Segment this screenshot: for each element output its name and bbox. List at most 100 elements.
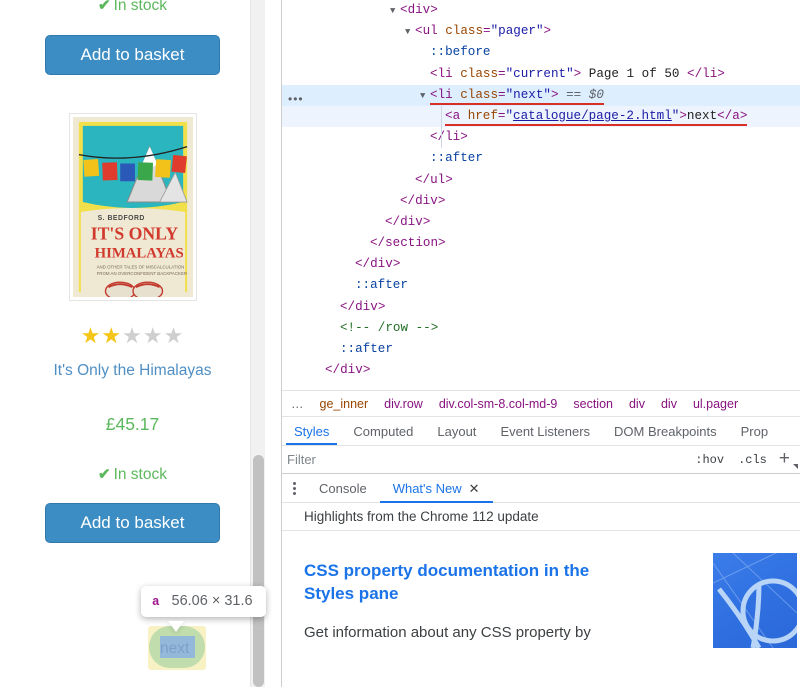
- dom-token: </: [687, 67, 702, 81]
- dom-token: "pager": [491, 24, 544, 38]
- dom-token: >: [717, 67, 725, 81]
- tab-styles[interactable]: Styles: [282, 417, 341, 445]
- drawer-tab-console[interactable]: Console: [306, 474, 380, 502]
- dom-token: Page 1 of 50: [581, 67, 687, 81]
- hov-toggle-button[interactable]: :hov: [688, 453, 731, 467]
- dom-node[interactable]: ::after: [282, 275, 800, 296]
- dom-token: ul: [423, 24, 438, 38]
- dom-node-markup: ::before: [430, 45, 490, 59]
- new-style-rule-button[interactable]: +: [774, 449, 795, 470]
- breadcrumb-item-6[interactable]: ul.pager: [685, 397, 746, 411]
- svg-text:FROM AN OVERCONFIDENT BACKPACK: FROM AN OVERCONFIDENT BACKPACKER: [96, 271, 187, 276]
- tab-dom-breakpoints[interactable]: DOM Breakpoints: [602, 417, 729, 445]
- breadcrumb-item-5[interactable]: div: [653, 397, 685, 411]
- dom-token: ::after: [340, 342, 393, 356]
- breadcrumb[interactable]: … ge_innerdiv.rowdiv.col-sm-8.col-md-9se…: [282, 390, 800, 416]
- breadcrumb-item-2[interactable]: div.col-sm-8.col-md-9: [431, 397, 566, 411]
- breadcrumb-item-1[interactable]: div.row: [376, 397, 431, 411]
- styles-filter-input[interactable]: [287, 450, 688, 470]
- drawer-tab-label: Console: [319, 481, 367, 496]
- page-scrollbar[interactable]: [250, 0, 265, 687]
- chevron-down-icon[interactable]: [793, 464, 798, 469]
- tab-event-listeners[interactable]: Event Listeners: [488, 417, 602, 445]
- dom-token: >: [363, 363, 371, 377]
- sidebar-panel-tabs[interactable]: StylesComputedLayoutEvent ListenersDOM B…: [282, 416, 800, 445]
- add-to-basket-button[interactable]: Add to basket: [45, 503, 220, 543]
- devtools-drawer: ConsoleWhat's New✕ Highlights from the C…: [282, 473, 800, 687]
- dom-token: li: [445, 130, 460, 144]
- dom-node[interactable]: </li>: [282, 127, 800, 148]
- tab-layout[interactable]: Layout: [425, 417, 488, 445]
- dom-node-selected[interactable]: •••▼<li class="next"> == $0: [282, 85, 800, 106]
- dom-node[interactable]: ▼<ul class="pager">: [282, 21, 800, 42]
- dom-tree[interactable]: ▼<div>▼<ul class="pager">::before<li cla…: [282, 0, 800, 390]
- dom-token: </: [400, 194, 415, 208]
- product-thumbnail[interactable]: S. BEDFORD IT'S ONLY HIMALAYAS AND OTHER…: [69, 113, 197, 301]
- dom-token: ": [505, 109, 513, 123]
- breadcrumb-item-0[interactable]: ge_inner: [312, 397, 377, 411]
- dom-node[interactable]: </div>: [282, 191, 800, 212]
- dom-node[interactable]: </div>: [282, 360, 800, 381]
- dom-node-markup: </div>: [340, 300, 385, 314]
- twisty-expanded-icon[interactable]: ▼: [405, 22, 415, 43]
- dom-token: <: [430, 88, 438, 102]
- dom-token: div: [408, 3, 431, 17]
- whats-new-body: CSS property documentation in the Styles…: [282, 531, 800, 644]
- whats-new-thumbnail-art: [713, 553, 797, 648]
- dom-node[interactable]: </ul>: [282, 170, 800, 191]
- tooltip-dimensions: 56.06 × 31.6: [172, 593, 253, 609]
- dom-token: "current": [506, 67, 574, 81]
- dom-token: >: [740, 109, 748, 123]
- dom-node[interactable]: ::after: [282, 339, 800, 360]
- page-scrollbar-thumb[interactable]: [253, 455, 264, 687]
- check-icon: ✔: [98, 0, 111, 14]
- dom-attribute-link[interactable]: catalogue/page-2.html: [513, 109, 672, 123]
- product-title-link[interactable]: It's Only the Himalayas: [0, 362, 265, 380]
- dom-node[interactable]: <li class="current"> Page 1 of 50 </li>: [282, 64, 800, 85]
- add-to-basket-button-top[interactable]: Add to basket: [45, 35, 220, 75]
- dom-node[interactable]: </div>: [282, 297, 800, 318]
- tab-prop[interactable]: Prop: [729, 417, 780, 445]
- breadcrumb-item-3[interactable]: section: [565, 397, 621, 411]
- dom-node-markup: </section>: [370, 236, 446, 250]
- breadcrumb-item-4[interactable]: div: [621, 397, 653, 411]
- stock-status-top-label: In stock: [114, 0, 167, 14]
- dom-node[interactable]: </section>: [282, 233, 800, 254]
- dom-node[interactable]: </div>: [282, 254, 800, 275]
- whats-new-article-title[interactable]: CSS property documentation in the Styles…: [304, 559, 634, 605]
- dom-token: div: [355, 300, 378, 314]
- dom-token: >: [438, 194, 446, 208]
- dom-token: <: [445, 109, 453, 123]
- twisty-expanded-icon[interactable]: ▼: [390, 1, 400, 22]
- dom-token: a: [453, 109, 461, 123]
- dom-token: div: [370, 257, 393, 271]
- drawer-tabs[interactable]: Console What's New✕: [282, 474, 800, 503]
- dom-token: </: [717, 109, 732, 123]
- dom-node-markup: ::after: [355, 278, 408, 292]
- stock-status-label: In stock: [114, 466, 167, 483]
- styles-filter-bar[interactable]: :hov .cls +: [282, 445, 800, 473]
- dom-node-markup: <!-- /row -->: [340, 321, 438, 335]
- dom-tree-guide-line: [441, 106, 442, 148]
- more-tools-icon[interactable]: [282, 474, 306, 502]
- dom-node[interactable]: <!-- /row -->: [282, 318, 800, 339]
- close-icon[interactable]: ✕: [469, 482, 480, 495]
- dom-node[interactable]: <a href="catalogue/page-2.html">next</a>: [282, 106, 800, 127]
- dom-node-markup: </div>: [355, 257, 400, 271]
- pager-next-link[interactable]: next: [160, 641, 189, 657]
- breadcrumb-overflow-icon[interactable]: …: [282, 397, 312, 411]
- cls-toggle-button[interactable]: .cls: [731, 453, 774, 467]
- tab-computed[interactable]: Computed: [341, 417, 425, 445]
- dom-token: div: [340, 363, 363, 377]
- dom-node[interactable]: ▼<div>: [282, 0, 800, 21]
- dom-node[interactable]: ::before: [282, 42, 800, 63]
- dom-node[interactable]: </div>: [282, 212, 800, 233]
- dom-token: >: [445, 173, 453, 187]
- svg-text:AND OTHER TALES OF MISCALCULAT: AND OTHER TALES OF MISCALCULATION: [96, 264, 184, 269]
- twisty-expanded-icon[interactable]: ▼: [420, 86, 430, 107]
- dom-token: <: [400, 3, 408, 17]
- drawer-tab-what-s-new[interactable]: What's New✕: [380, 474, 493, 502]
- devtools-panel: ▼<div>▼<ul class="pager">::before<li cla…: [281, 0, 800, 687]
- dom-node[interactable]: ::after: [282, 148, 800, 169]
- devtools-screenshot: ✔In stock Add to basket: [0, 0, 800, 687]
